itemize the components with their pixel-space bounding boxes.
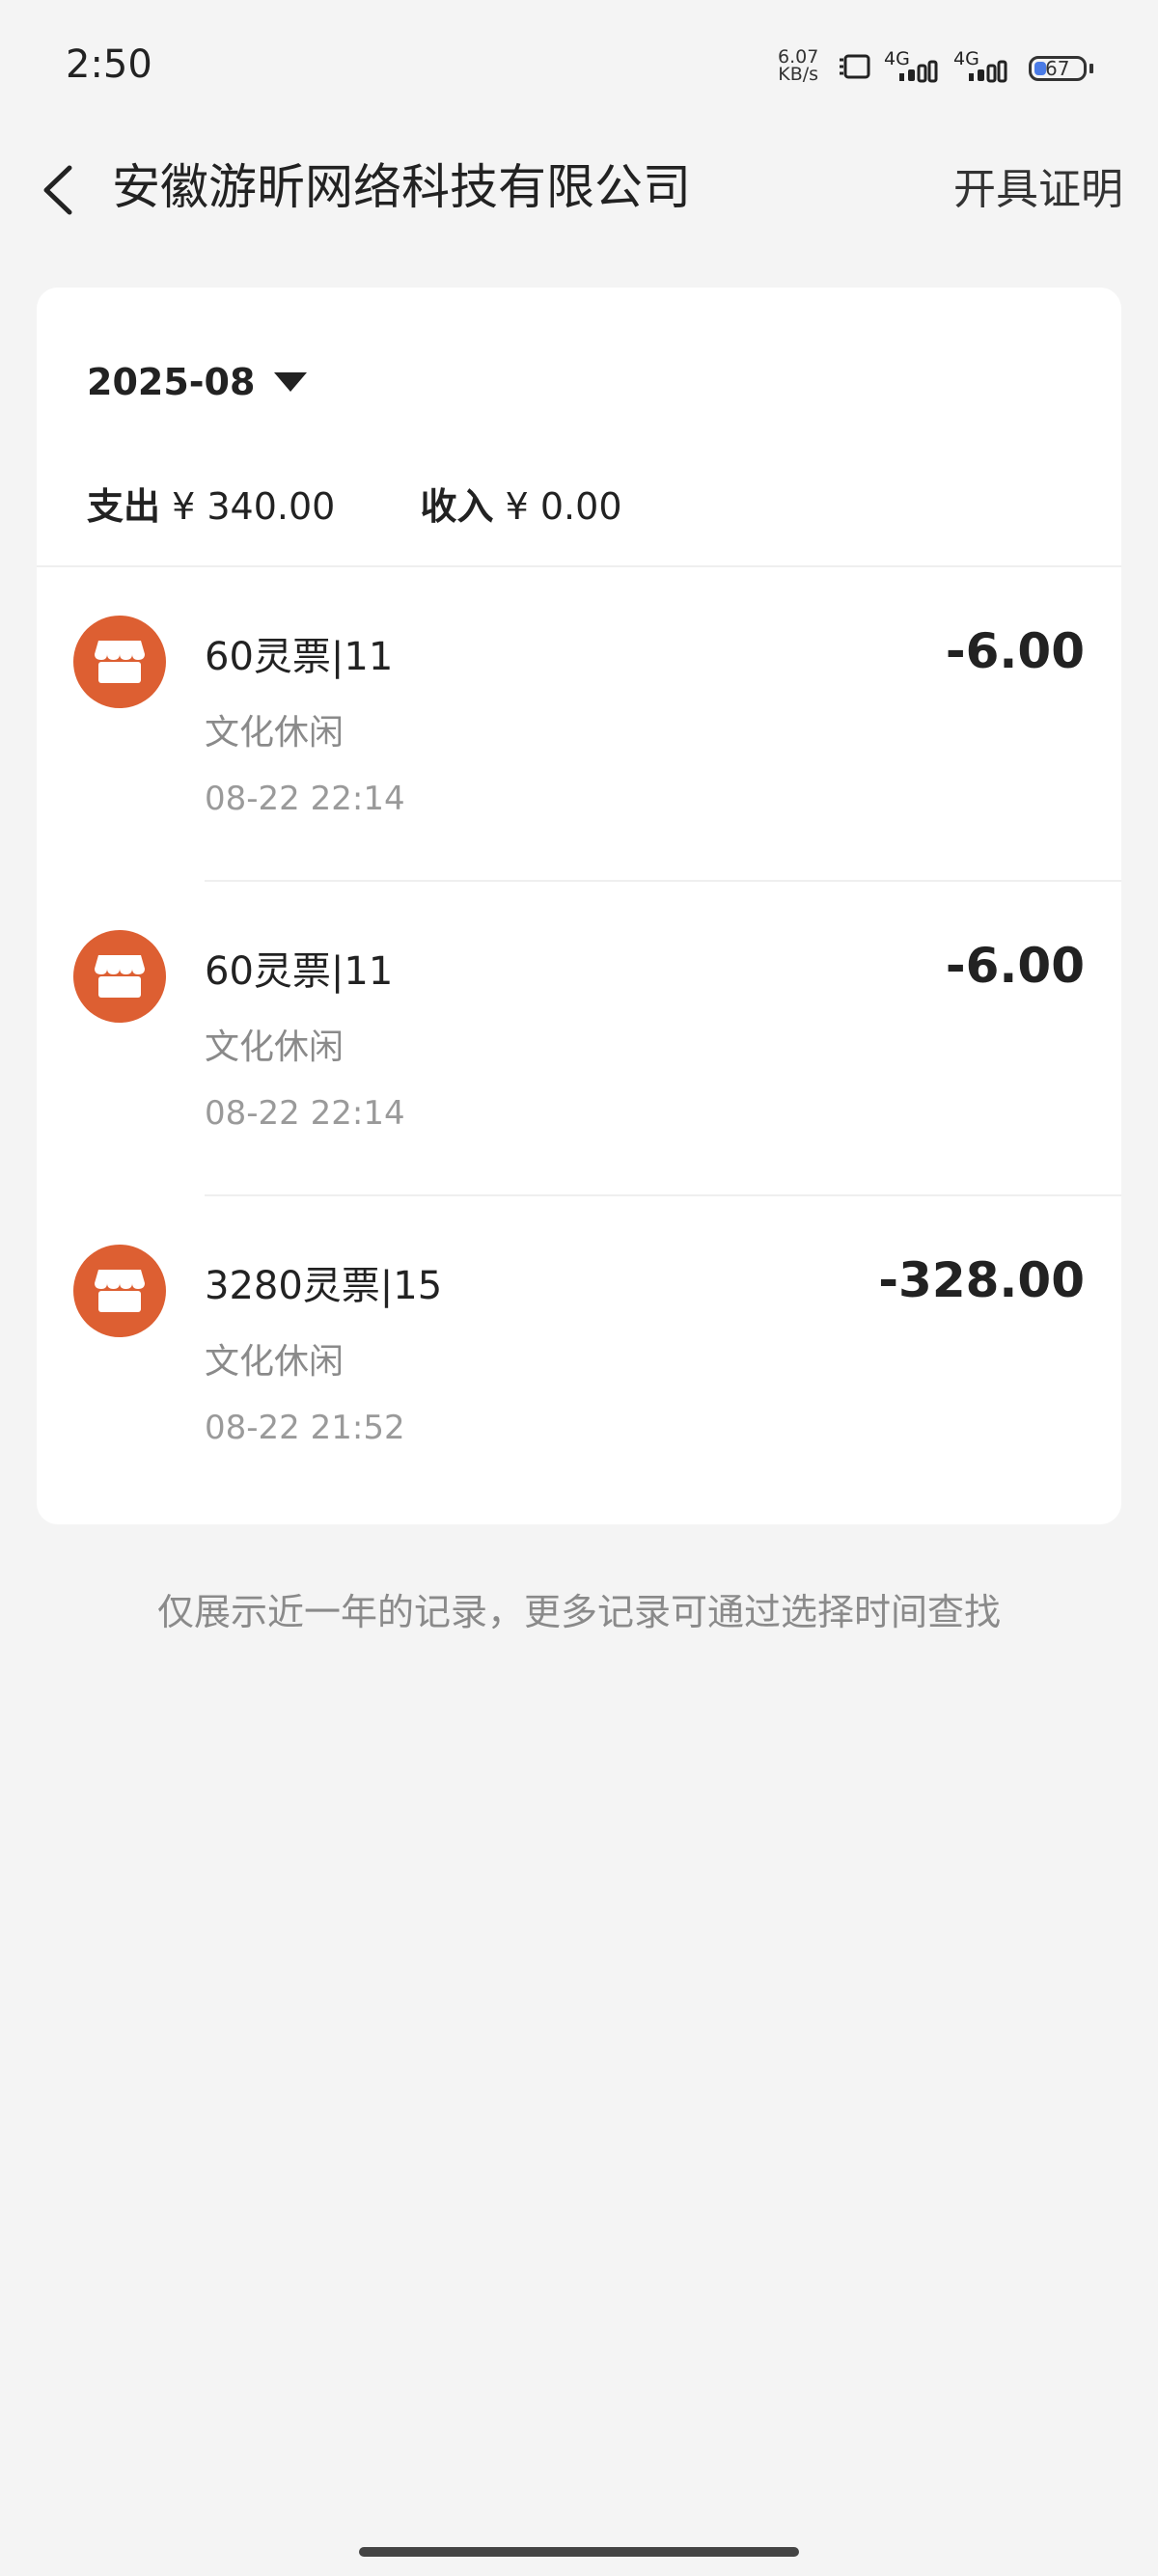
transaction-name: 3280灵票|15	[205, 1264, 443, 1308]
transaction-category: 文化休闲	[205, 713, 345, 753]
month-picker-label: 2025-08	[87, 361, 256, 403]
transaction-row[interactable]: 60灵票|11 文化休闲 08-22 22:14 -6.00	[37, 567, 1121, 882]
status-bar: 2:50 6.07 KB/s 4G 4G 67	[0, 0, 1158, 135]
caret-down-icon	[274, 372, 308, 392]
transaction-name: 60灵票|11	[205, 949, 394, 994]
issue-certificate-button[interactable]: 开具证明	[953, 154, 1123, 216]
signal-bars-icon	[899, 60, 938, 83]
expense-value: ¥ 340.00	[172, 485, 336, 528]
transaction-datetime: 08-22 22:14	[205, 1094, 405, 1133]
transaction-category: 文化休闲	[205, 1028, 345, 1067]
battery-icon: 67	[1029, 56, 1087, 81]
transaction-amount: -6.00	[945, 623, 1085, 679]
transaction-name: 60灵票|11	[205, 635, 394, 679]
transaction-datetime: 08-22 21:52	[205, 1409, 405, 1447]
signal-bars-icon-2	[969, 60, 1007, 83]
transaction-row[interactable]: 3280灵票|15 文化休闲 08-22 21:52 -328.00	[37, 1196, 1121, 1511]
page-title: 安徽游昕网络科技有限公司	[112, 159, 691, 215]
battery-percent: 67	[1045, 57, 1070, 80]
history-footnote: 仅展示近一年的记录，更多记录可通过选择时间查找	[156, 1591, 1001, 1633]
net-speed-unit: KB/s	[778, 64, 819, 85]
home-indicator[interactable]	[359, 2547, 799, 2557]
store-icon	[95, 1270, 145, 1312]
transactions-card: 2025-08 支出 ¥ 340.00 收入 ¥ 0.00 60灵票|11 文化…	[37, 288, 1121, 1524]
chevron-left-icon	[43, 165, 72, 215]
transaction-category: 文化休闲	[205, 1342, 345, 1382]
transaction-datetime: 08-22 22:14	[205, 780, 405, 818]
battery-tip	[1089, 64, 1093, 73]
transaction-row[interactable]: 60灵票|11 文化休闲 08-22 22:14 -6.00	[37, 882, 1121, 1196]
income-label: 收入	[420, 485, 494, 528]
transaction-amount: -6.00	[945, 938, 1085, 994]
income-value: ¥ 0.00	[505, 485, 622, 528]
store-icon	[95, 641, 145, 683]
merchant-avatar	[73, 1245, 166, 1337]
net-speed: 6.07 KB/s	[778, 48, 819, 85]
status-time: 2:50	[66, 42, 152, 87]
back-button[interactable]	[35, 156, 83, 224]
month-picker[interactable]: 2025-08	[87, 361, 308, 403]
expense-label: 支出	[87, 485, 161, 528]
merchant-avatar	[73, 616, 166, 708]
merchant-avatar	[73, 930, 166, 1023]
month-summary: 支出 ¥ 340.00 收入 ¥ 0.00	[87, 477, 622, 530]
app-header: 安徽游昕网络科技有限公司 开具证明	[0, 135, 1158, 270]
transaction-amount: -328.00	[878, 1252, 1085, 1308]
store-icon	[95, 955, 145, 998]
screencast-icon	[840, 54, 870, 79]
